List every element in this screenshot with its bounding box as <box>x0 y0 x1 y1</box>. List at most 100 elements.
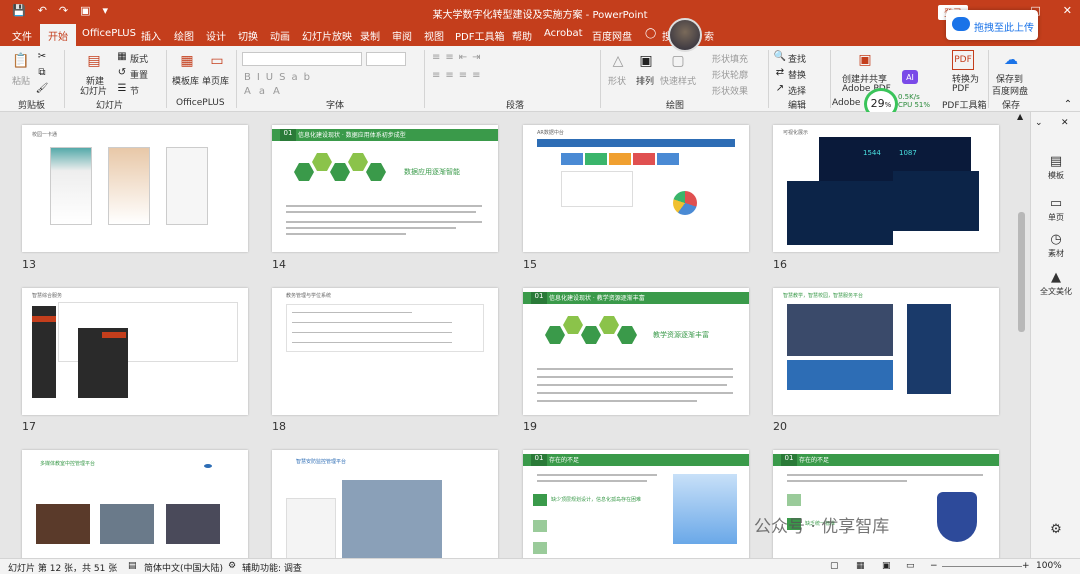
baidu-label[interactable]: 百度网盘 <box>992 84 1028 97</box>
tab-design[interactable]: 设计 <box>206 28 226 43</box>
section-label[interactable]: 节 <box>130 84 139 97</box>
upload-widget[interactable]: 拖拽至此上传 <box>946 10 1038 40</box>
reading-view-icon[interactable]: ▣ <box>882 561 891 571</box>
tab-transitions[interactable]: 切换 <box>238 28 258 43</box>
tab-draw[interactable]: 绘图 <box>174 28 194 43</box>
slide-thumbnail[interactable]: 智慧安防监控管理平台 <box>272 450 498 558</box>
slide-thumbnail[interactable]: 多媒体教室中控管理平台 <box>22 450 248 558</box>
quick-style-icon[interactable]: ▢ <box>668 50 688 72</box>
font-color-buttons[interactable]: AaA <box>244 86 288 97</box>
new-slide-label-2[interactable]: 幻灯片 <box>80 84 107 97</box>
zoom-out-icon[interactable]: − <box>930 561 938 571</box>
settings-icon[interactable]: ⚙ <box>1031 522 1080 537</box>
layout-label[interactable]: 版式 <box>130 52 148 65</box>
normal-view-icon[interactable]: ▢ <box>830 561 839 571</box>
panel-beautify[interactable]: ▲ 全文美化 <box>1031 270 1080 297</box>
format-painter-icon[interactable]: 🖌 <box>36 82 49 94</box>
new-slide-icon[interactable]: ▤ <box>82 50 106 72</box>
tab-file[interactable]: 文件 <box>12 28 32 43</box>
slide-thumbnail[interactable]: 智慧综合服务 <box>22 288 248 415</box>
panel-templates[interactable]: ▤ 模板 <box>1031 154 1080 181</box>
find-icon[interactable]: 🔍 <box>774 50 786 62</box>
zoom-slider[interactable] <box>942 566 1022 567</box>
accessibility-status[interactable]: 辅助功能: 调查 <box>242 561 302 574</box>
select-label[interactable]: 选择 <box>788 84 806 97</box>
template-library-icon[interactable]: ▦ <box>176 50 198 72</box>
tab-officeplus[interactable]: OfficePLUS <box>82 28 136 39</box>
arrange-icon[interactable]: ▣ <box>636 50 656 72</box>
layout-icon[interactable]: ▦ <box>116 50 128 62</box>
zoom-level[interactable]: 100% <box>1036 561 1062 571</box>
slide-thumbnail[interactable]: 01 信息化建设现状 · 教学资源逐渐丰富 教学资源逐渐丰富 <box>523 288 749 415</box>
tab-view[interactable]: 视图 <box>424 28 444 43</box>
pdf-label[interactable]: PDF <box>952 84 970 94</box>
language[interactable]: 简体中文(中国大陆) <box>144 561 223 574</box>
paste-icon[interactable]: 📋 <box>10 50 32 72</box>
slide-thumbnail[interactable]: 教务管理与学位系统 <box>272 288 498 415</box>
avatar[interactable] <box>668 18 702 52</box>
accessibility-icon[interactable]: ⚙ <box>228 561 236 571</box>
slideshow-view-icon[interactable]: ▭ <box>906 561 915 571</box>
lightbulb-icon[interactable]: ◯ <box>645 28 656 39</box>
paste-label[interactable]: 粘贴 <box>12 74 30 87</box>
panel-single[interactable]: ▭ 单页 <box>1031 196 1080 223</box>
slide-thumbnail[interactable]: 可视化展示 1544 1087 <box>773 125 999 252</box>
shape-outline-label[interactable]: 形状轮廓 <box>712 68 748 81</box>
section-icon[interactable]: ☰ <box>116 82 128 94</box>
find-label[interactable]: 查找 <box>788 52 806 65</box>
scrollbar-thumb[interactable] <box>1018 212 1025 332</box>
spellcheck-icon[interactable]: ▤ <box>128 561 137 571</box>
sorter-view-icon[interactable]: ▦ <box>856 561 865 571</box>
pdf-convert-icon[interactable]: PDF <box>952 50 974 70</box>
shapes-icon[interactable]: △ <box>608 50 628 72</box>
adobe-pdf-icon[interactable]: ▣ <box>854 50 876 70</box>
tab-animations[interactable]: 动画 <box>270 28 290 43</box>
cut-icon[interactable]: ✂ <box>36 50 48 62</box>
tab-pdf-tools[interactable]: PDF工具箱 <box>455 28 504 43</box>
single-page-icon[interactable]: ▭ <box>206 50 228 72</box>
replace-icon[interactable]: ⇄ <box>774 66 786 78</box>
scroll-up-icon[interactable]: ▲ <box>1017 112 1023 121</box>
shape-label[interactable]: 形状 <box>608 74 626 87</box>
tab-home[interactable]: 开始 <box>40 24 76 46</box>
tab-insert[interactable]: 插入 <box>141 28 161 43</box>
slide-thumbnail[interactable]: 校园一卡通 <box>22 125 248 252</box>
font-size-combo[interactable] <box>366 52 406 66</box>
reset-label[interactable]: 重置 <box>130 68 148 81</box>
copy-icon[interactable]: ⧉ <box>36 66 48 78</box>
select-icon[interactable]: ↗ <box>774 82 786 94</box>
font-family-combo[interactable] <box>242 52 362 66</box>
font-format-buttons[interactable]: BIUSab <box>244 72 316 83</box>
reset-icon[interactable]: ↺ <box>116 66 128 78</box>
tab-review[interactable]: 审阅 <box>392 28 412 43</box>
arrange-label[interactable]: 排列 <box>636 74 654 87</box>
panel-material[interactable]: ◷ 素材 <box>1031 232 1080 259</box>
shape-fill-label[interactable]: 形状填充 <box>712 52 748 65</box>
slide-thumbnail[interactable]: AR数据中台 <box>523 125 749 252</box>
align-buttons[interactable]: ≡≡≡≡ <box>432 70 486 81</box>
close-icon[interactable]: ✕ <box>1063 4 1072 17</box>
collapse-ribbon-icon[interactable]: ⌃ <box>1062 98 1074 110</box>
baidu-cloud-icon[interactable]: ☁ <box>1000 50 1022 70</box>
panel-close-icon[interactable]: ✕ <box>1061 118 1069 128</box>
slide-thumbnail[interactable]: 01 信息化建设现状 · 数据应用体系初步成型 数据应用逐渐智能 <box>272 125 498 252</box>
replace-label[interactable]: 替换 <box>788 68 806 81</box>
tab-help[interactable]: 帮助 <box>512 28 532 43</box>
tab-record[interactable]: 录制 <box>360 28 380 43</box>
slide-thumbnail[interactable]: 01 存在的不足 缺少顶层规划设计，信息化孤岛存在困难 <box>523 450 749 558</box>
shape-effect-label[interactable]: 形状效果 <box>712 84 748 97</box>
quick-style-label[interactable]: 快速样式 <box>660 74 696 87</box>
tab-acrobat[interactable]: Acrobat <box>544 28 583 39</box>
zoom-in-icon[interactable]: + <box>1022 561 1030 571</box>
tab-search-tail[interactable]: 索 <box>704 28 714 43</box>
slide-thumbnail[interactable]: 智慧教学，智慧校园，智慧服务平台 <box>773 288 999 415</box>
vertical-scrollbar[interactable]: ▲ <box>1014 112 1030 558</box>
tab-baidu[interactable]: 百度网盘 <box>592 28 632 43</box>
list-buttons[interactable]: ≡≡⇤⇥ <box>432 52 486 63</box>
single-page-label[interactable]: 单页库 <box>202 74 229 87</box>
slide-thumbnail[interactable]: 01 存在的不足 缺乏统一标准 <box>773 450 999 558</box>
tab-slideshow[interactable]: 幻灯片放映 <box>302 28 352 43</box>
panel-collapse-icon[interactable]: ⌄ <box>1035 118 1043 128</box>
ai-icon[interactable]: AI <box>902 70 918 84</box>
template-library-label[interactable]: 模板库 <box>172 74 199 87</box>
